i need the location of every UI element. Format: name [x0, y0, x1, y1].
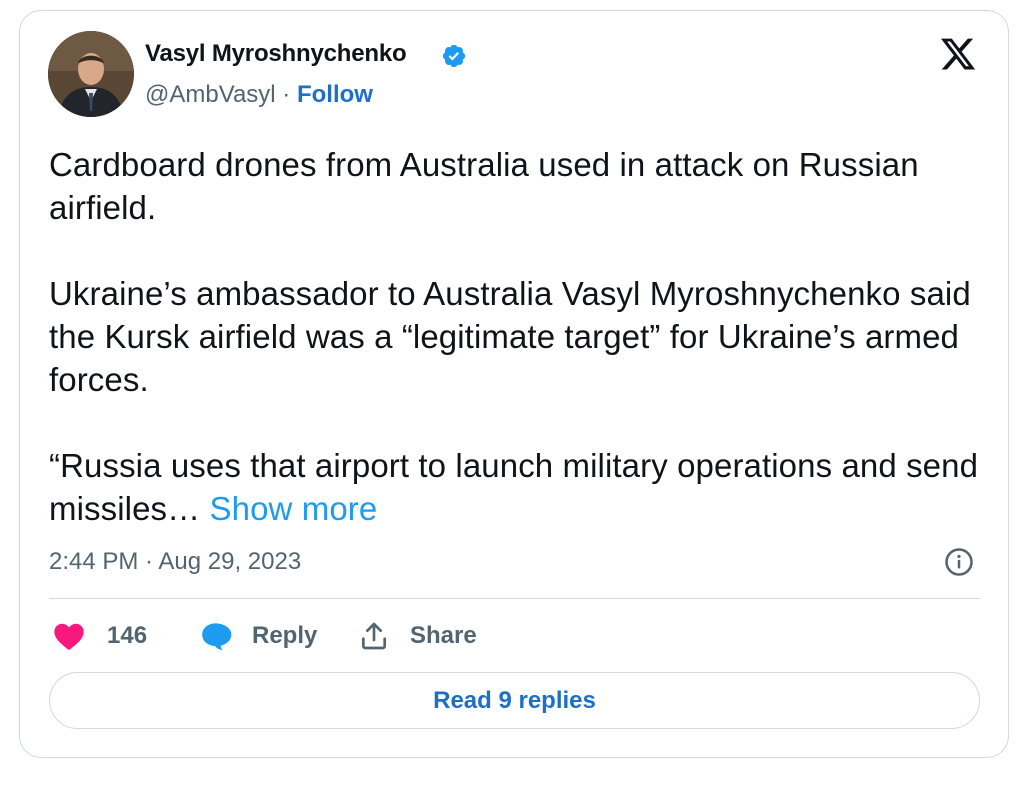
read-replies-button[interactable]: Read 9 replies	[49, 672, 980, 729]
x-logo-icon[interactable]	[938, 35, 978, 73]
verified-badge-icon	[442, 44, 466, 68]
share-label: Share	[410, 622, 477, 649]
heart-icon	[54, 623, 84, 651]
avatar[interactable]	[48, 31, 134, 117]
share-icon	[362, 622, 386, 650]
reply-bubble-icon	[202, 623, 232, 651]
divider	[49, 598, 980, 599]
like-count: 146	[107, 622, 148, 649]
like-button[interactable]: 146	[53, 616, 147, 656]
tweet-paragraph: Cardboard drones from Australia used in …	[49, 146, 919, 226]
tweet-paragraph-text: “Russia uses that airport to launch mili…	[49, 447, 979, 527]
author-handle-row: @AmbVasyl · Follow	[145, 81, 373, 109]
follow-link[interactable]: Follow	[297, 81, 373, 108]
reply-label: Reply	[252, 622, 318, 649]
info-icon[interactable]	[944, 547, 974, 577]
show-more-link[interactable]: Show more	[210, 490, 378, 527]
tweet-paragraph: Ukraine’s ambassador to Australia Vasyl …	[49, 275, 971, 398]
separator-dot: ·	[282, 81, 291, 108]
tweet-timestamp[interactable]: 2:44 PM · Aug 29, 2023	[49, 548, 301, 576]
read-replies-label: Read 9 replies	[433, 686, 596, 714]
tweet-text: Cardboard drones from Australia used in …	[49, 143, 979, 530]
reply-button[interactable]: Reply	[199, 616, 317, 656]
author-display-name[interactable]: Vasyl Myroshnychenko	[145, 40, 407, 68]
author-handle[interactable]: @AmbVasyl	[145, 81, 276, 108]
tweet-paragraph: “Russia uses that airport to launch mili…	[49, 444, 979, 530]
share-button[interactable]: Share	[358, 616, 477, 656]
